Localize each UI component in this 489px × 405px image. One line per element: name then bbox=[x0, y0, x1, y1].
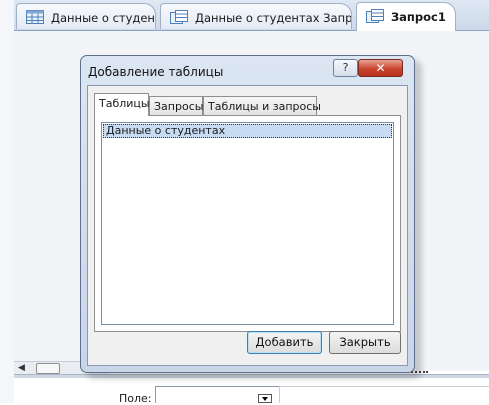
tab-tables-and-queries[interactable]: Таблицы и запросы bbox=[203, 96, 321, 115]
tab-table-students[interactable]: Данные о студентах bbox=[16, 3, 156, 29]
tab-label: Запросы bbox=[154, 100, 204, 113]
help-button[interactable]: ? bbox=[333, 59, 358, 77]
tab-label: Таблицы и запросы bbox=[208, 100, 321, 113]
tab-label: Таблицы bbox=[99, 97, 150, 110]
left-margin bbox=[0, 0, 15, 403]
tab-query-students[interactable]: Данные о студентах Запрос bbox=[160, 3, 352, 29]
close-button[interactable]: Закрыть bbox=[329, 331, 401, 354]
document-tab-bar: Данные о студентах Данные о студентах За… bbox=[14, 0, 489, 31]
dialog-title: Добавление таблицы bbox=[88, 65, 224, 79]
tab-label: Запрос1 bbox=[391, 10, 446, 24]
scroll-left-icon[interactable]: ◀ bbox=[18, 363, 25, 373]
tab-queries[interactable]: Запросы bbox=[149, 96, 203, 115]
query-icon bbox=[366, 9, 384, 23]
scroll-thumb[interactable] bbox=[36, 363, 60, 374]
tab-label: Данные о студентах bbox=[51, 11, 155, 25]
chevron-down-icon[interactable] bbox=[258, 394, 272, 403]
tab-tables[interactable]: Таблицы bbox=[94, 93, 150, 116]
tables-panel: Данные о студентах bbox=[94, 115, 401, 332]
field-row-label: Поле: bbox=[119, 392, 152, 405]
tab-query1[interactable]: Запрос1 bbox=[356, 2, 456, 31]
close-icon[interactable]: ✕ bbox=[358, 59, 403, 77]
add-button[interactable]: Добавить bbox=[247, 331, 322, 354]
add-table-dialog: Добавление таблицы ? ✕ Таблицы Запросы Т… bbox=[80, 55, 415, 373]
list-item[interactable]: Данные о студентах bbox=[103, 124, 392, 138]
tables-list[interactable]: Данные о студентах bbox=[101, 122, 394, 325]
dialog-body: Таблицы Запросы Таблицы и запросы Данные… bbox=[87, 85, 408, 366]
field-cell[interactable] bbox=[279, 386, 489, 403]
query-icon bbox=[170, 10, 188, 24]
table-icon bbox=[26, 10, 44, 24]
tab-label: Данные о студентах Запрос bbox=[195, 11, 352, 25]
